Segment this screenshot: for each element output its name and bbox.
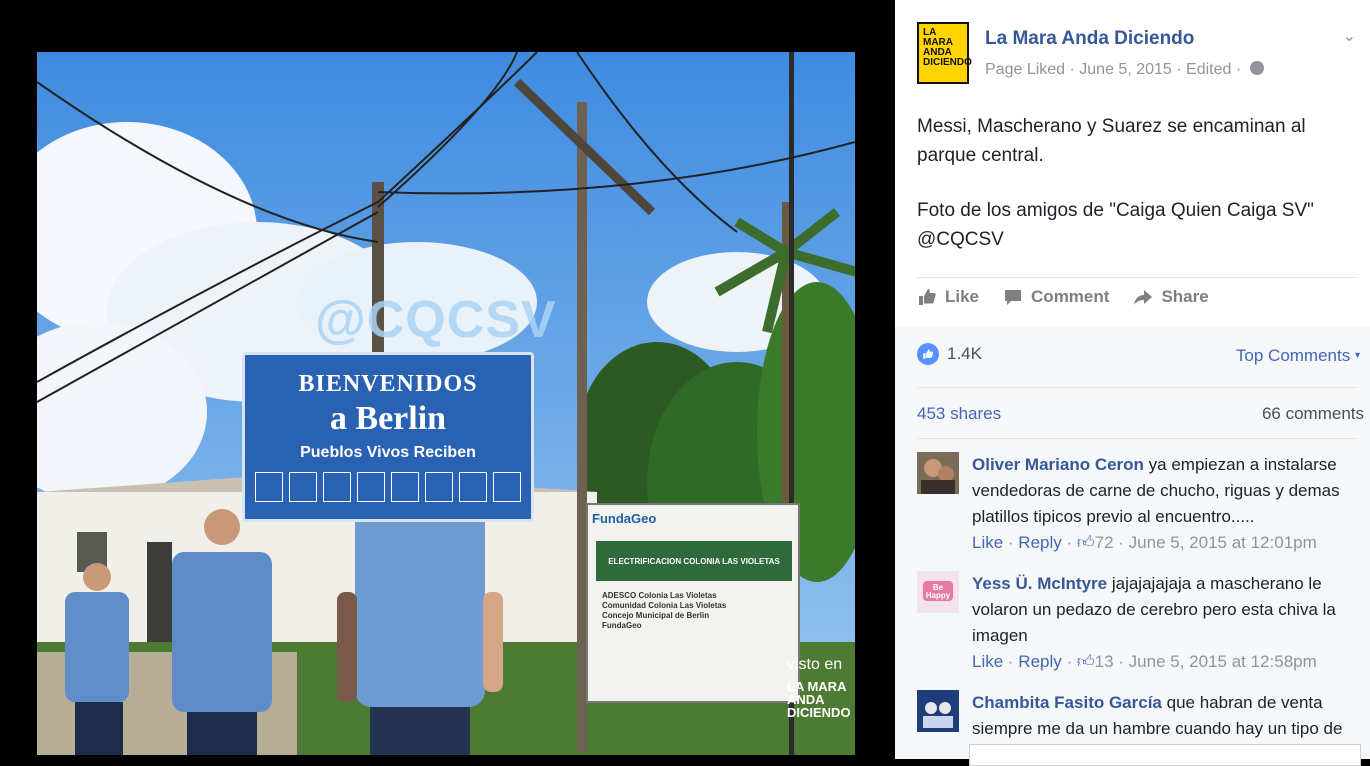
comment-like-count: 13 <box>1094 652 1114 671</box>
sign-line-1: BIENVENIDOS <box>298 371 478 397</box>
thumbs-up-outline-icon: 👍︎ <box>1076 533 1095 552</box>
comment-body: Chambita Fasito García que habran de ven… <box>972 690 1357 742</box>
sign-icons <box>245 472 531 502</box>
sign-icon <box>357 472 385 502</box>
comment-author[interactable]: Yess Ü. McIntyre <box>972 574 1107 593</box>
divider <box>917 387 1358 388</box>
comment-input[interactable] <box>969 744 1361 766</box>
divider <box>917 438 1358 439</box>
shares-link[interactable]: 453 shares <box>917 404 1001 424</box>
page-avatar[interactable]: LA MARA ANDA DICIENDO <box>917 22 972 84</box>
reaction-count: 1.4K <box>947 344 982 363</box>
sign-body: ADESCO Colonia Las Violetas Comunidad Co… <box>602 591 790 631</box>
comment-body: Yess Ü. McIntyre jajajajajaja a maschera… <box>972 571 1357 672</box>
comment-time[interactable]: June 5, 2015 at 12:01pm <box>1129 533 1317 552</box>
chevron-down-icon[interactable]: ⌄ <box>1343 26 1356 46</box>
comment-author[interactable]: Oliver Mariano Ceron <box>972 455 1144 474</box>
post-panel: LA MARA ANDA DICIENDO La Mara Anda Dicie… <box>895 0 1370 766</box>
post-text: Messi, Mascherano y Suarez se encaminan … <box>917 112 1347 280</box>
sign-icon <box>493 472 521 502</box>
sign-item: FundaGeo <box>602 621 642 630</box>
thumbs-up-icon <box>919 289 936 305</box>
electrification-sign: FundaGeo ELECTRIFICACION COLONIA LAS VIO… <box>586 503 800 703</box>
comment-like-link[interactable]: Like <box>972 652 1003 671</box>
sign-icon <box>323 472 351 502</box>
share-button[interactable]: Share <box>1133 287 1209 307</box>
comment-body: Oliver Mariano Ceron ya empiezan a insta… <box>972 452 1357 553</box>
post-paragraph: Messi, Mascherano y Suarez se encaminan … <box>917 116 1306 166</box>
sign-icon <box>391 472 419 502</box>
thumbs-up-outline-icon: 👍︎ <box>1076 652 1095 671</box>
sign-item: Comunidad Colonia Las Violetas <box>602 601 727 610</box>
like-reaction-icon <box>917 343 939 365</box>
sign-line-3: Pueblos Vivos Reciben <box>300 444 476 461</box>
share-icon <box>1134 290 1153 305</box>
commenter-avatar[interactable] <box>917 690 959 732</box>
comment-actions: Like · Reply · 👍︎72 · June 5, 2015 at 12… <box>972 533 1317 552</box>
photo-viewer: BIENVENIDOS a Berlin Pueblos Vivos Recib… <box>0 0 895 759</box>
post-actions: Like Comment Share <box>917 287 1209 307</box>
welcome-sign: BIENVENIDOS a Berlin Pueblos Vivos Recib… <box>242 352 534 522</box>
comment-reply-link[interactable]: Reply <box>1018 652 1061 671</box>
sign-icon <box>289 472 317 502</box>
like-button[interactable]: Like <box>917 287 979 307</box>
comment-time[interactable]: June 5, 2015 at 12:58pm <box>1129 652 1317 671</box>
comment-icon <box>1005 290 1022 305</box>
seen-in-label: visto en <box>787 656 843 673</box>
comment-button-label: Comment <box>1031 287 1110 306</box>
reaction-summary[interactable]: 1.4K <box>917 343 982 365</box>
seen-in-logo: LA MARA ANDA DICIENDO <box>787 679 851 720</box>
post-meta-text: Page Liked · June 5, 2015 · Edited · <box>985 61 1242 78</box>
comment-reply-link[interactable]: Reply <box>1018 533 1061 552</box>
watermark: @CQCSV <box>315 291 557 349</box>
sign-item: Concejo Municipal de Berlin <box>602 611 710 620</box>
sign-icon <box>255 472 283 502</box>
sign-brand: FundaGeo <box>592 511 657 526</box>
commenter-avatar[interactable]: Be Happy <box>917 571 959 613</box>
caret-down-icon: ▾ <box>1354 350 1360 361</box>
comments-count-link[interactable]: 66 comments <box>1262 404 1364 424</box>
comment-like-count: 72 <box>1094 533 1114 552</box>
post-photo[interactable]: BIENVENIDOS a Berlin Pueblos Vivos Recib… <box>37 52 855 755</box>
globe-icon <box>1249 61 1264 75</box>
top-comments-dropdown[interactable]: Top Comments ▾ <box>1236 346 1360 366</box>
commenter-avatar[interactable] <box>917 452 959 494</box>
comment-like-link[interactable]: Like <box>972 533 1003 552</box>
top-comments-label: Top Comments <box>1235 346 1351 365</box>
post-paragraph: Foto de los amigos de "Caiga Quien Caiga… <box>917 200 1314 250</box>
post-meta: Page Liked · June 5, 2015 · Edited · <box>985 61 1264 79</box>
divider <box>917 277 1358 278</box>
share-button-label: Share <box>1161 287 1209 306</box>
comment-button[interactable]: Comment <box>1003 287 1109 307</box>
like-button-label: Like <box>945 287 980 306</box>
sign-icon <box>459 472 487 502</box>
page-name-link[interactable]: La Mara Anda Diciendo <box>985 28 1194 50</box>
comment-author[interactable]: Chambita Fasito García <box>972 693 1162 712</box>
sign-banner: ELECTRIFICACION COLONIA LAS VIOLETAS <box>596 541 792 581</box>
commenter-avatar-text: Be Happy <box>925 583 951 600</box>
sign-line-2: a Berlin <box>329 400 447 437</box>
sign-icon <box>425 472 453 502</box>
comment-actions: Like · Reply · 👍︎13 · June 5, 2015 at 12… <box>972 652 1317 671</box>
sign-item: ADESCO Colonia Las Violetas <box>602 591 717 600</box>
